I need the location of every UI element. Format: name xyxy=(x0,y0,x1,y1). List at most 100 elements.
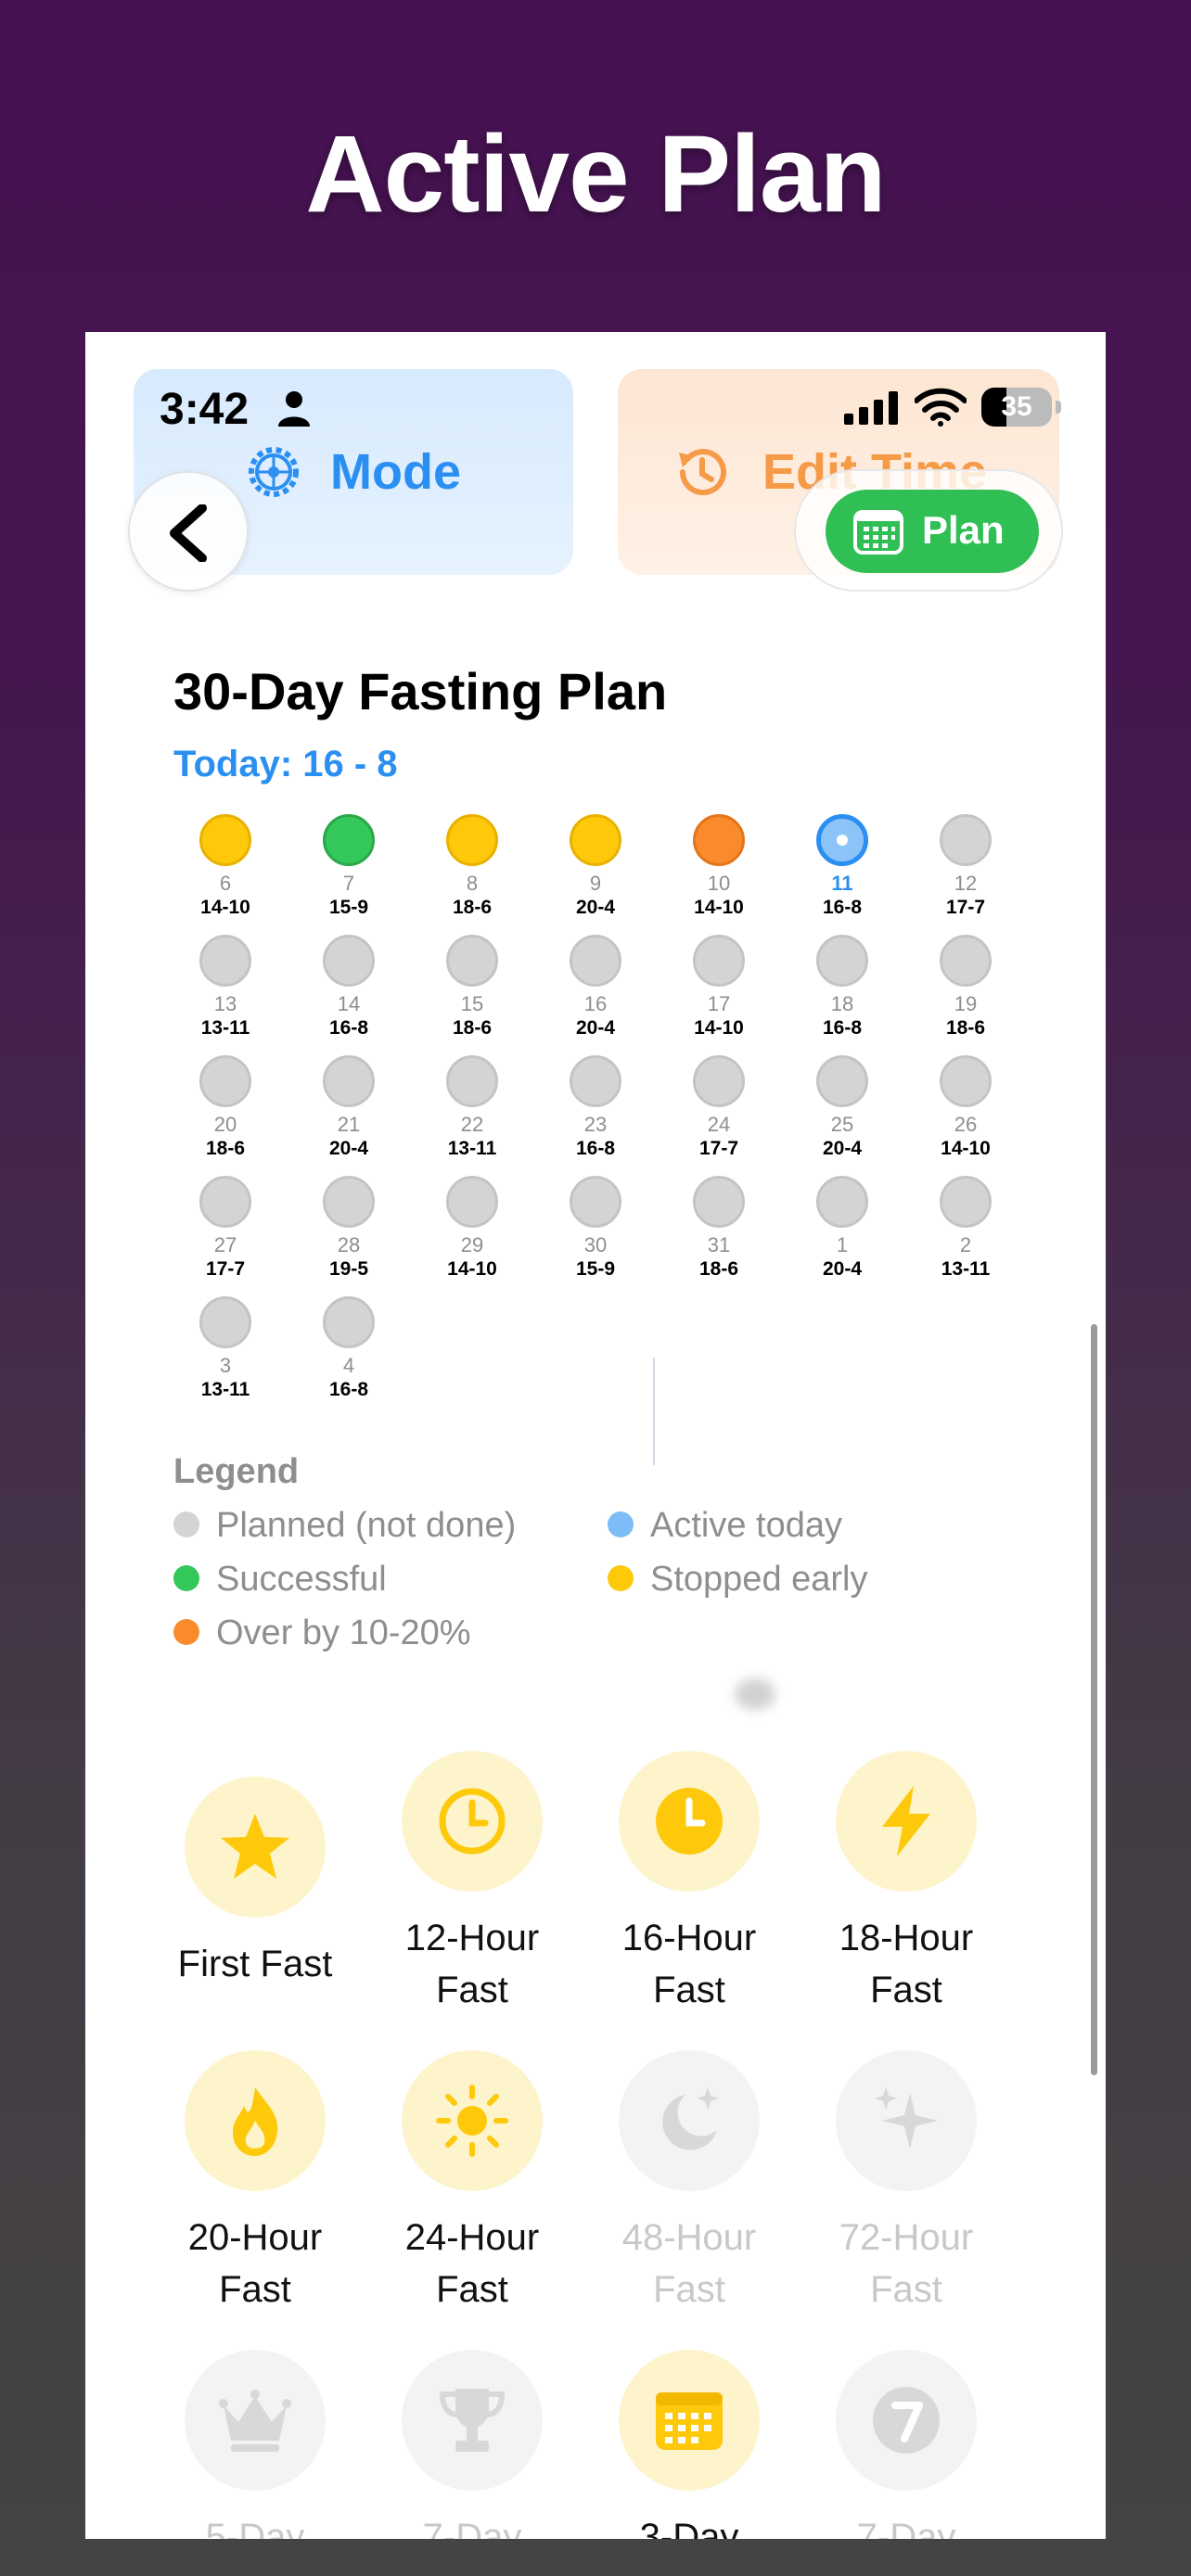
day-status-dot xyxy=(323,814,375,866)
day-plan: 18-6 xyxy=(698,1258,739,1280)
day-plan: 17-7 xyxy=(945,897,986,918)
plan-day[interactable]: 26 14-10 xyxy=(904,1055,1027,1161)
day-status-dot xyxy=(446,1055,498,1107)
plan-day[interactable]: 29 14-10 xyxy=(411,1176,533,1282)
legend-dot xyxy=(173,1618,199,1645)
day-plan: 20-4 xyxy=(575,897,616,918)
day-status-dot xyxy=(816,1176,868,1228)
plan-day[interactable]: 7 15-9 xyxy=(288,814,410,920)
plan-day[interactable]: 25 20-4 xyxy=(781,1055,903,1161)
badge-circle xyxy=(185,2050,326,2191)
day-plan: 20-4 xyxy=(575,1017,616,1039)
status-time: 3:42 xyxy=(160,385,250,434)
plan-button-label: Plan xyxy=(922,508,1005,552)
badge-label: 72-Hour Fast xyxy=(839,2217,974,2310)
day-status-dot xyxy=(323,1055,375,1107)
day-number: 12 xyxy=(954,872,978,895)
legend-item-stopped-early: Stopped early xyxy=(608,1560,868,1600)
achievement-badge[interactable]: 48-Hour Fast xyxy=(583,2050,796,2315)
day-status-dot xyxy=(199,1055,251,1107)
day-plan: 15-9 xyxy=(575,1258,616,1280)
plan-day[interactable]: 20 18-6 xyxy=(164,1055,287,1161)
plan-day[interactable]: 15 18-6 xyxy=(411,935,533,1040)
battery-tip xyxy=(1056,401,1061,414)
today-plan: Today: 16 - 8 xyxy=(173,744,398,784)
plan-day[interactable]: 18 16-8 xyxy=(781,935,903,1040)
achievement-badge[interactable]: 24-Hour Fast xyxy=(365,2050,579,2315)
plan-day[interactable]: 13 13-11 xyxy=(164,935,287,1040)
plan-day[interactable]: 2 13-11 xyxy=(904,1176,1027,1282)
legend-item-successful: Successful xyxy=(173,1560,387,1600)
plan-button[interactable]: Plan xyxy=(826,490,1039,573)
plan-day[interactable]: 17 14-10 xyxy=(658,935,780,1040)
achievement-badge[interactable]: 72-Hour Fast xyxy=(800,2050,1013,2315)
day-number: 23 xyxy=(583,1113,608,1136)
plan-day[interactable]: 10 14-10 xyxy=(658,814,780,920)
day-number: 13 xyxy=(213,992,237,1015)
plan-day[interactable]: 23 16-8 xyxy=(534,1055,657,1161)
day-number: 24 xyxy=(707,1113,731,1136)
day-status-dot xyxy=(446,935,498,987)
plan-day[interactable]: 3 13-11 xyxy=(164,1296,287,1402)
scrollbar[interactable] xyxy=(1091,1324,1097,2075)
day-number: 30 xyxy=(583,1233,608,1256)
achievement-badge[interactable]: 7-Day xyxy=(365,2350,579,2539)
plan-day[interactable]: 21 20-4 xyxy=(288,1055,410,1161)
plan-day[interactable]: 16 20-4 xyxy=(534,935,657,1040)
achievement-badge[interactable]: 16-Hour Fast xyxy=(583,1751,796,2016)
moon-stars-icon xyxy=(662,2087,719,2150)
plan-day[interactable]: 31 18-6 xyxy=(658,1176,780,1282)
day-plan: 17-7 xyxy=(205,1258,246,1280)
plan-day[interactable]: 11 16-8 xyxy=(781,814,903,920)
legend-label: Over by 10-20% xyxy=(216,1613,471,1652)
crown-icon xyxy=(219,2390,291,2452)
plan-day[interactable]: 1 20-4 xyxy=(781,1176,903,1282)
plan-day[interactable]: 28 19-5 xyxy=(288,1176,410,1282)
day-number: 11 xyxy=(831,872,853,895)
badge-circle xyxy=(619,2050,760,2191)
day-status-dot xyxy=(323,1296,375,1348)
day-plan: 16-8 xyxy=(822,1017,863,1039)
achievement-badge[interactable]: 3-Day xyxy=(583,2350,796,2539)
day-plan: 14-10 xyxy=(447,1258,497,1280)
plan-day[interactable]: 6 14-10 xyxy=(164,814,287,920)
achievement-badge[interactable]: 18-Hour Fast xyxy=(800,1751,1013,2016)
plan-day[interactable]: 19 18-6 xyxy=(904,935,1027,1040)
headline: Active Plan xyxy=(305,113,886,236)
bolt-icon xyxy=(882,1786,930,1856)
clock-outline-icon xyxy=(439,1788,506,1855)
back-button[interactable] xyxy=(128,471,249,592)
day-status-dot xyxy=(693,1055,745,1107)
calendar-icon xyxy=(656,2392,723,2450)
badge-circle xyxy=(836,1751,977,1892)
day-plan: 15-9 xyxy=(328,897,369,918)
achievement-badge[interactable]: 5-Day xyxy=(148,2350,362,2539)
day-number: 16 xyxy=(583,992,608,1015)
plan-day[interactable]: 12 17-7 xyxy=(904,814,1027,920)
badge-label: 3-Day xyxy=(639,2517,739,2539)
achievement-badge[interactable]: 7-Day xyxy=(800,2350,1013,2539)
day-plan: 19-5 xyxy=(328,1258,369,1280)
plan-day[interactable]: 9 20-4 xyxy=(534,814,657,920)
badge-circle xyxy=(402,1751,543,1892)
plan-day[interactable]: 8 18-6 xyxy=(411,814,533,920)
day-number: 27 xyxy=(213,1233,237,1256)
achievement-badge[interactable]: 20-Hour Fast xyxy=(148,2050,362,2315)
plan-day[interactable]: 22 13-11 xyxy=(411,1055,533,1161)
plan-day[interactable]: 30 15-9 xyxy=(534,1176,657,1282)
plan-button-wrap: Plan xyxy=(794,469,1063,592)
plan-day[interactable]: 27 17-7 xyxy=(164,1176,287,1282)
day-plan: 18-6 xyxy=(945,1017,986,1039)
achievement-badge[interactable]: First Fast xyxy=(148,1777,362,1990)
plan-day[interactable]: 4 16-8 xyxy=(288,1296,410,1402)
plan-day[interactable]: 14 16-8 xyxy=(288,935,410,1040)
achievement-badge[interactable]: 12-Hour Fast xyxy=(365,1751,579,2016)
badge-circle xyxy=(402,2350,543,2491)
day-status-dot xyxy=(816,814,868,866)
plan-day[interactable]: 24 17-7 xyxy=(658,1055,780,1161)
day-plan: 13-11 xyxy=(200,1017,250,1039)
day-plan: 17-7 xyxy=(698,1138,739,1159)
day-number: 28 xyxy=(337,1233,361,1256)
day-number: 18 xyxy=(830,992,854,1015)
day-status-dot xyxy=(816,935,868,987)
